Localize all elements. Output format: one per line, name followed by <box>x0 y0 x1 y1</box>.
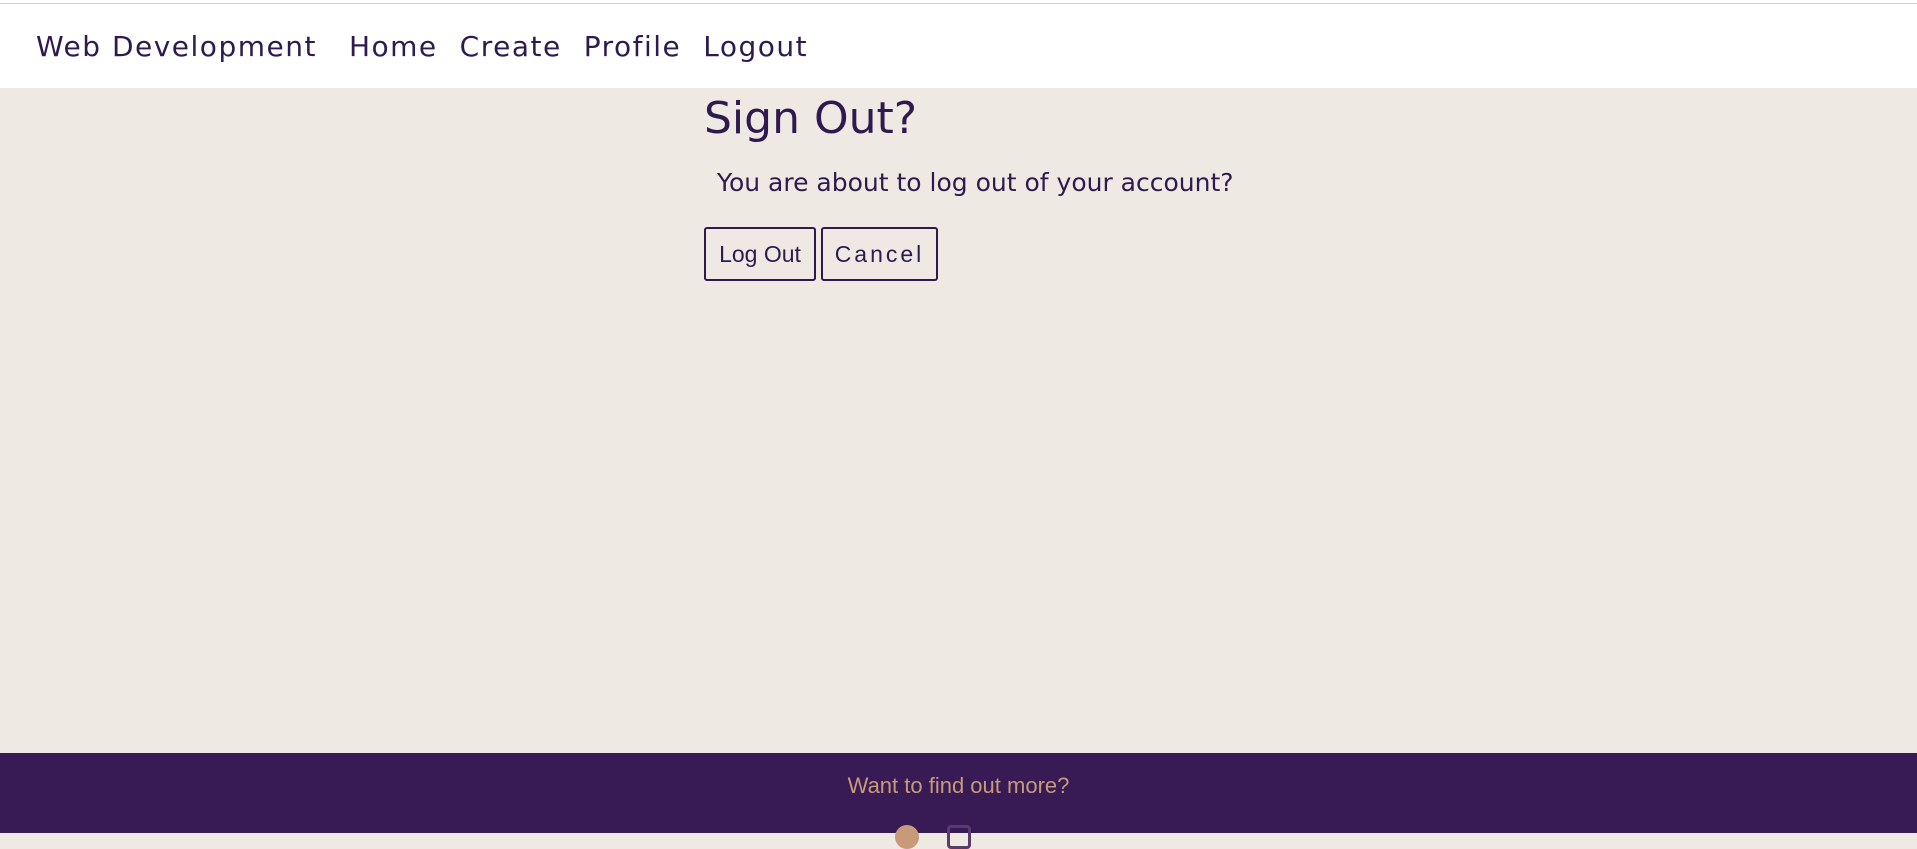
nav-links: Home Create Profile Logout <box>349 30 808 63</box>
brand-link[interactable]: Web Development <box>36 30 317 63</box>
action-buttons: Log Out Cancel <box>704 227 1234 281</box>
facebook-icon[interactable] <box>894 825 919 849</box>
twitter-icon[interactable] <box>999 825 1023 849</box>
nav-create-link[interactable]: Create <box>460 30 562 63</box>
nav-home-link[interactable]: Home <box>349 30 438 63</box>
page-title: Sign Out? <box>704 93 918 144</box>
nav-profile-link[interactable]: Profile <box>584 30 682 63</box>
footer: Want to find out more? <box>0 753 1917 849</box>
signout-panel: Sign Out? You are about to log out of yo… <box>704 88 1234 281</box>
navbar: Web Development Home Create Profile Logo… <box>0 4 1917 88</box>
log-out-button[interactable]: Log Out <box>704 227 816 281</box>
social-links <box>0 825 1917 849</box>
instagram-icon[interactable] <box>946 825 971 849</box>
logout-confirmation-message: You are about to log out of your account… <box>717 168 1234 197</box>
nav-logout-link[interactable]: Logout <box>703 30 808 63</box>
main-content: Sign Out? You are about to log out of yo… <box>0 88 1917 753</box>
footer-tagline: Want to find out more? <box>847 773 1070 798</box>
cancel-button[interactable]: Cancel <box>821 227 938 281</box>
